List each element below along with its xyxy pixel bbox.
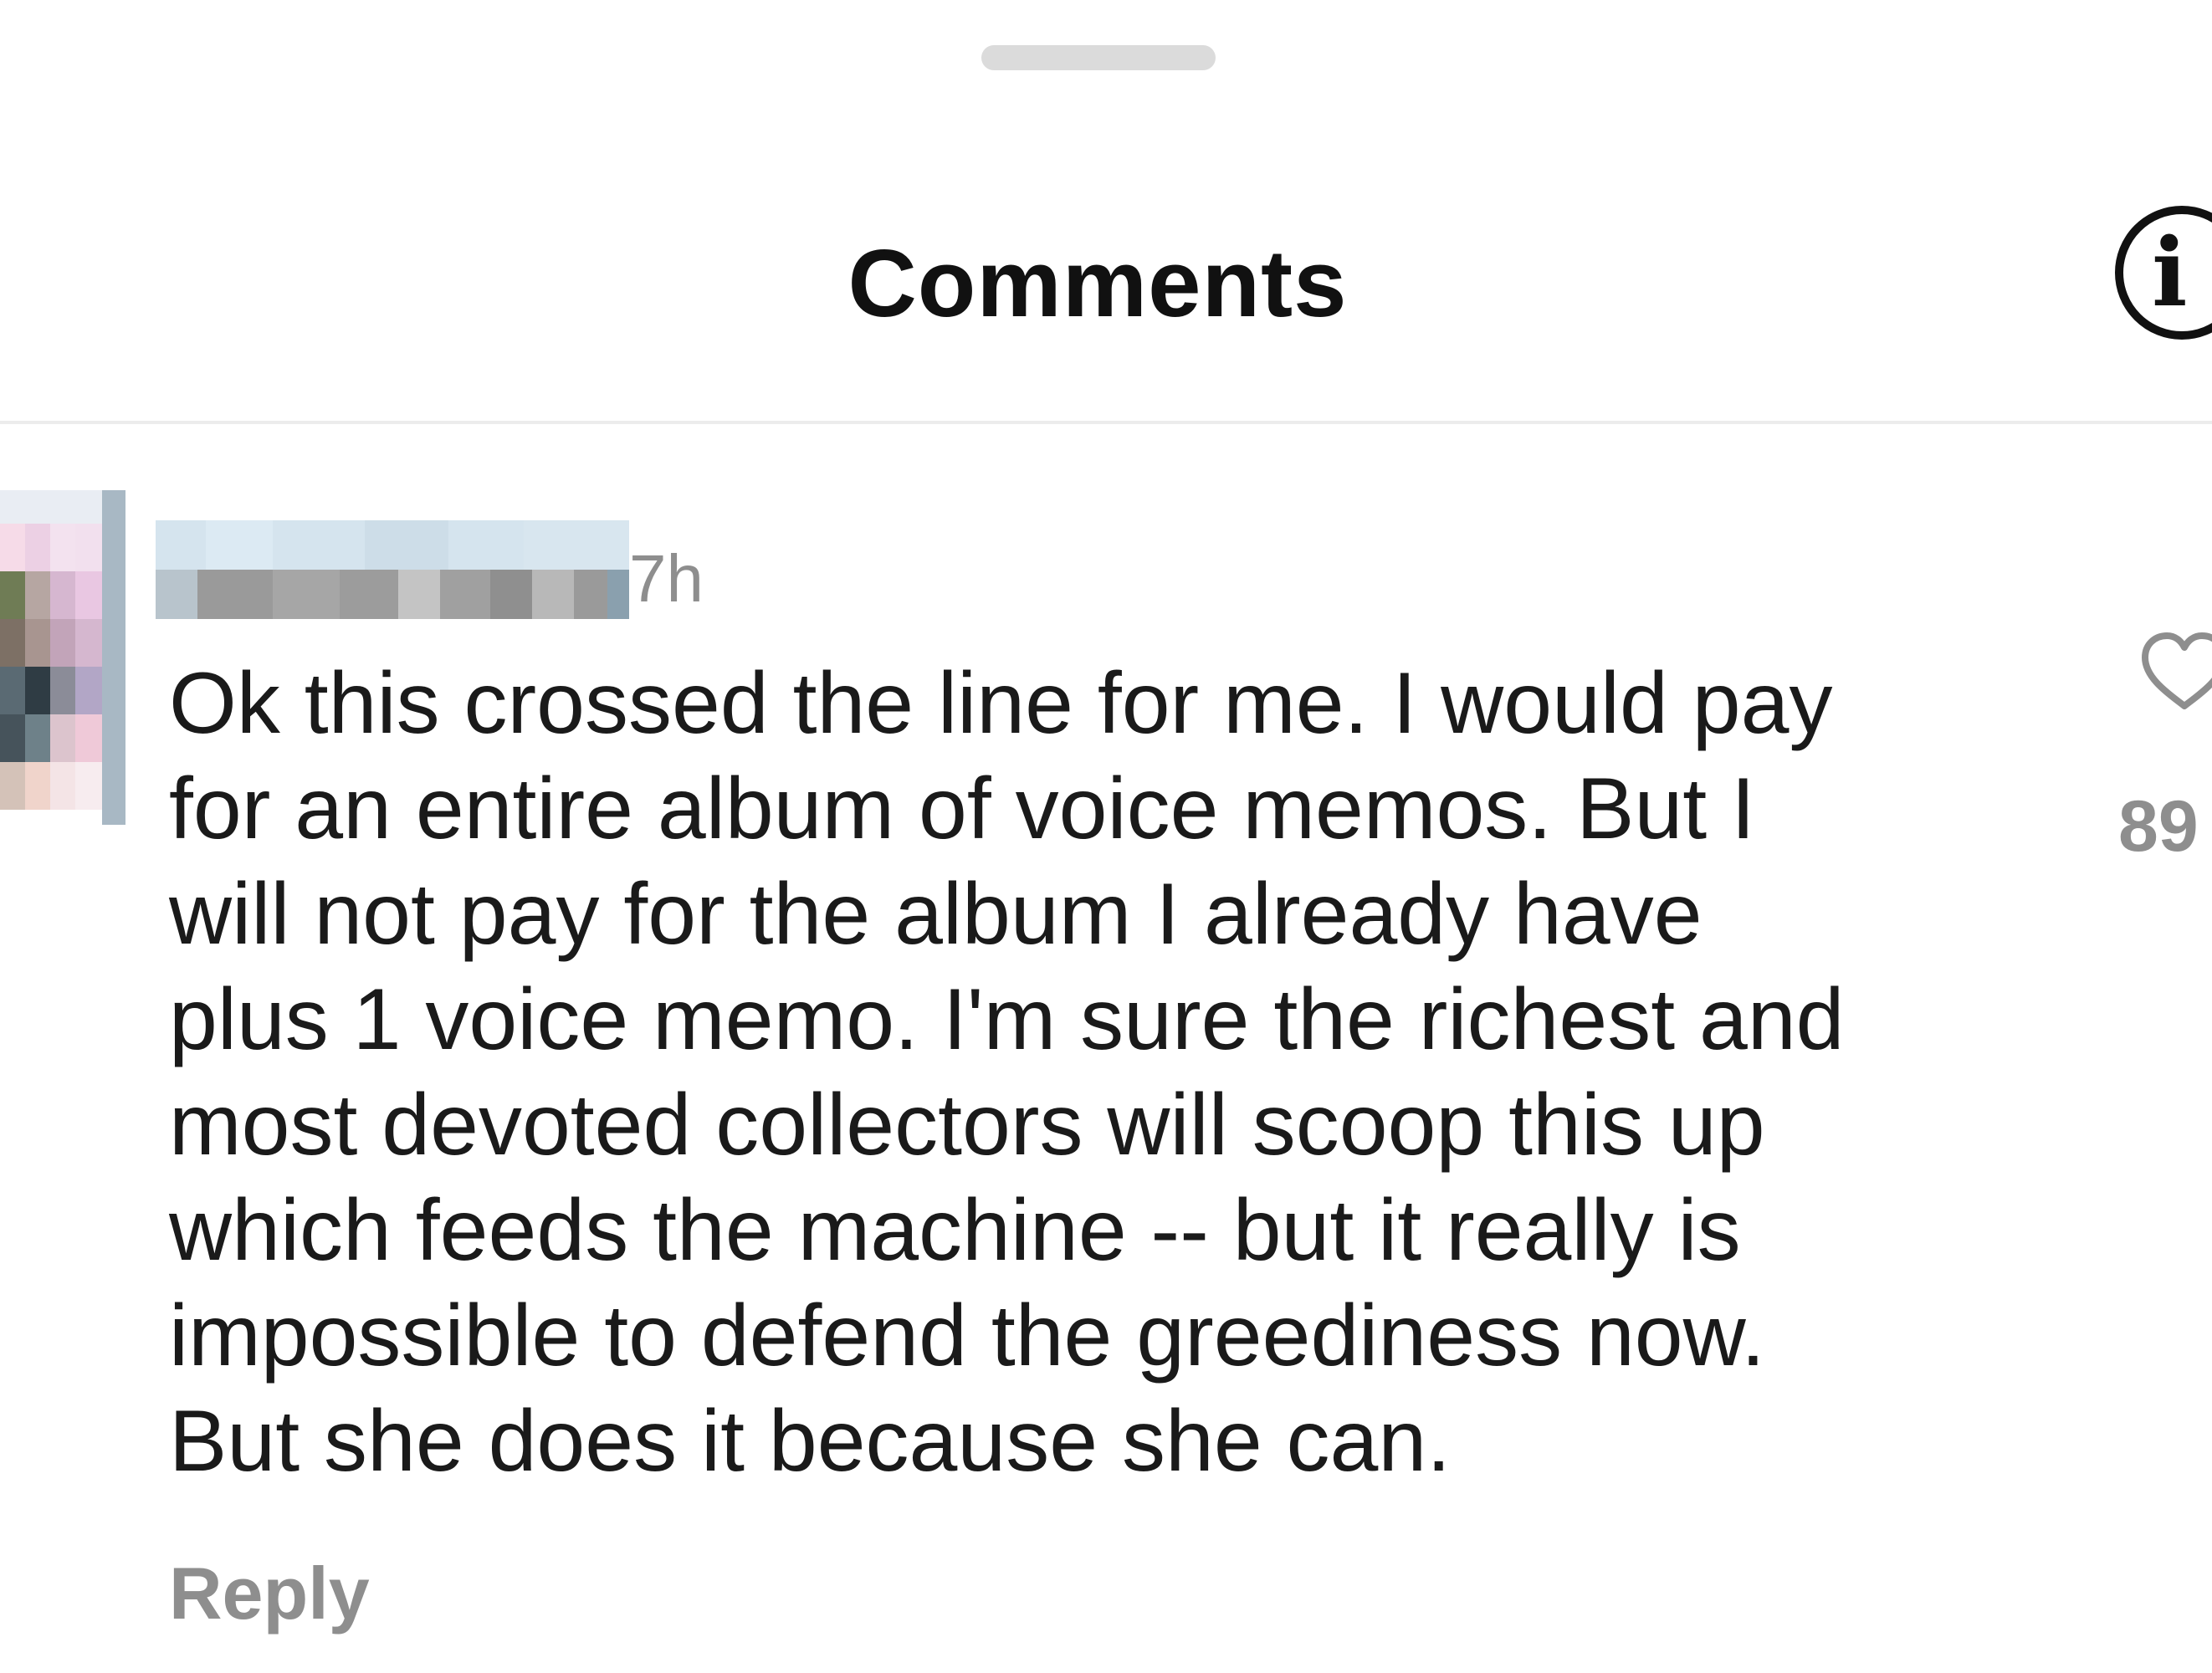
username[interactable] [156, 520, 629, 619]
header-divider [0, 421, 2212, 424]
comment-timestamp: 7h [629, 541, 704, 616]
like-count: 89 [2118, 786, 2199, 867]
reply-button[interactable]: Reply [169, 1548, 370, 1640]
avatar[interactable] [0, 490, 125, 825]
drag-handle[interactable] [981, 45, 1216, 70]
comments-sheet: Comments i 7h Ok this crossed the line f… [0, 0, 2212, 1673]
comment-text: Ok this crossed the line for me. I would… [169, 655, 1845, 1490]
heart-icon[interactable] [2138, 629, 2212, 713]
page-title: Comments [847, 231, 1348, 337]
